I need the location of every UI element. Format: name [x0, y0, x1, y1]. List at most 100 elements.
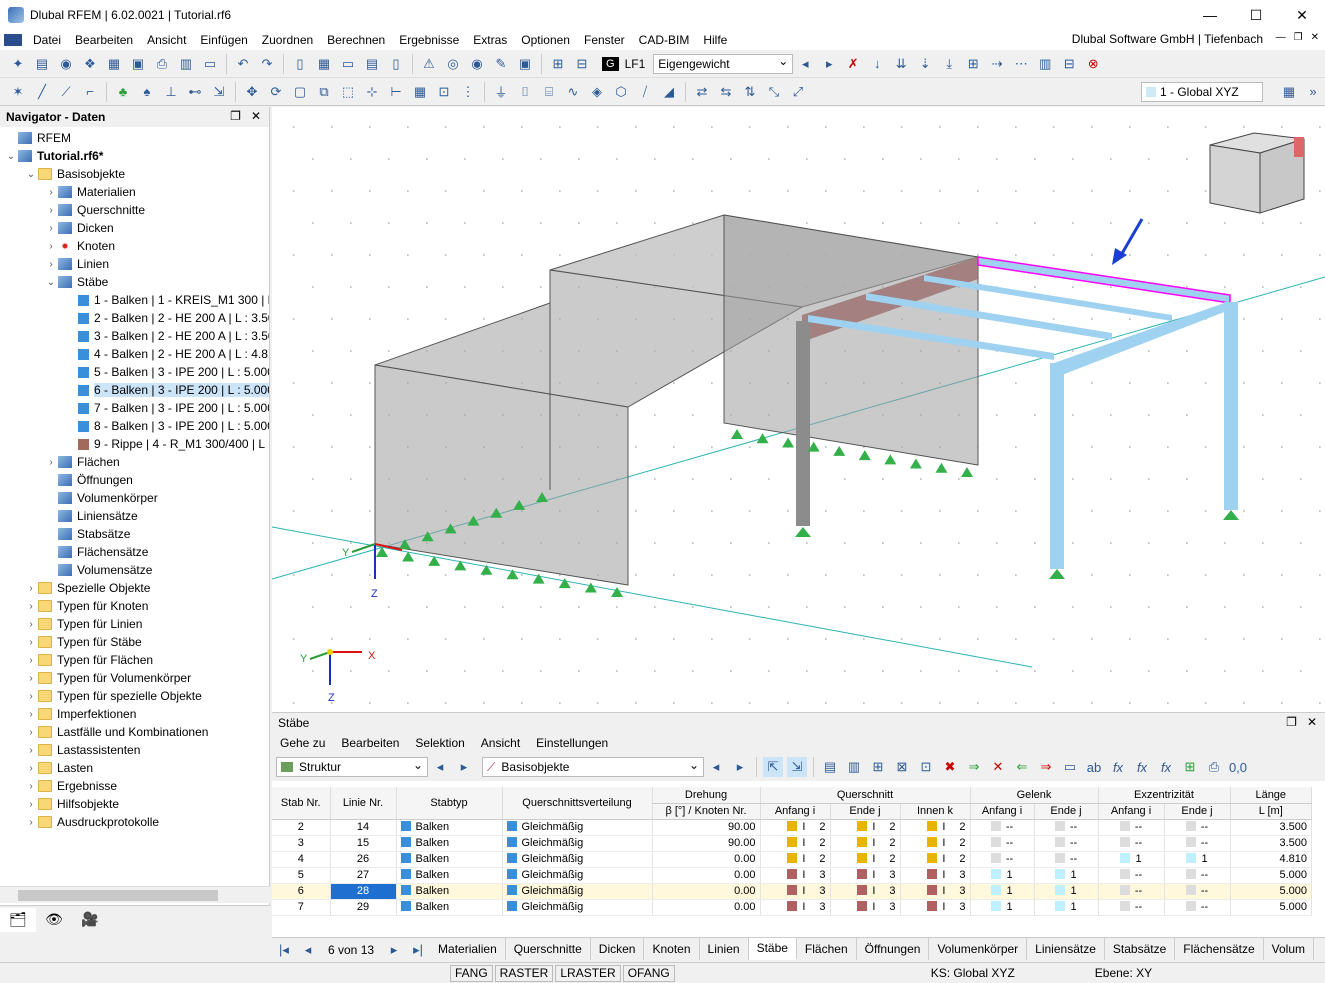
open-icon[interactable]: ▤	[32, 54, 52, 74]
cell-beta[interactable]: 0.00	[652, 867, 761, 884]
cell-len[interactable]: 5.000	[1230, 867, 1312, 884]
table-toggle-icon[interactable]: ▦	[314, 54, 334, 74]
expand-arrow-icon[interactable]: ›	[24, 781, 38, 792]
select-in-graphic-icon[interactable]: ⇱	[763, 757, 783, 777]
menu-einf-gen[interactable]: Einfügen	[193, 33, 254, 47]
tree-item[interactable]: 5 - Balken | 3 - IPE 200 | L : 5.000 m	[0, 363, 269, 381]
tree-item[interactable]: ⌄ Basisobjekte	[0, 165, 269, 183]
cell-ge[interactable]: 1	[1034, 899, 1099, 916]
col-stab[interactable]: Stab Nr.	[272, 787, 331, 820]
view-y-icon[interactable]: ⇆	[716, 82, 736, 102]
tab-linien[interactable]: Linien	[700, 938, 749, 960]
tree-item[interactable]: › Dicken	[0, 219, 269, 237]
mdi-minimize-icon[interactable]: —	[1276, 32, 1286, 43]
cell-ee[interactable]: --	[1164, 867, 1231, 884]
render-icon[interactable]: ◈	[587, 82, 607, 102]
cell-ga[interactable]: --	[970, 819, 1035, 836]
expand-arrow-icon[interactable]: ›	[24, 709, 38, 720]
member-draw-icon[interactable]: ⟋	[56, 82, 76, 102]
table-row[interactable]: 6 28 Balken Gleichmäßig 0.00 I 3 I 3 I 3 1 1 -- -- 5.00…	[272, 883, 1312, 900]
cell-linie[interactable]: 28	[330, 883, 397, 900]
cell-qe[interactable]: I2	[830, 851, 901, 868]
table-row[interactable]: 5 27 Balken Gleichmäßig 0.00 I 3 I 3 I 3 1 1 -- -- 5.00…	[272, 867, 1312, 884]
cell-linie[interactable]: 14	[330, 819, 397, 836]
cell-vert[interactable]: Gleichmäßig	[502, 883, 653, 900]
view-selector[interactable]: 1 - Global XYZ	[1141, 81, 1263, 102]
tree-item[interactable]: 1 - Balken | 1 - KREIS_M1 300 | L : 3.50…	[0, 291, 269, 309]
solid-icon[interactable]: ⬡	[611, 82, 631, 102]
cell-beta[interactable]: 0.00	[652, 851, 761, 868]
menu-optionen[interactable]: Optionen	[514, 33, 577, 47]
status-fang-button[interactable]: FANG	[450, 964, 493, 982]
tree-item[interactable]: › Imperfektionen	[0, 705, 269, 723]
table-row[interactable]: 4 26 Balken Gleichmäßig 0.00 I 2 I 2 I 2 -- -- 1 1 4.81…	[272, 851, 1312, 868]
cell-beta[interactable]: 0.00	[652, 899, 761, 916]
table-menu-item[interactable]: Einstellungen	[528, 736, 616, 750]
tree-item[interactable]: › Hilfsobjekte	[0, 795, 269, 813]
tree-item[interactable]: › Typen für Stäbe	[0, 633, 269, 651]
tree-item[interactable]: › Lasten	[0, 759, 269, 777]
sort-icon[interactable]: ab	[1084, 757, 1104, 777]
generate-load-icon[interactable]: ▥	[1035, 54, 1055, 74]
redo-icon[interactable]: ↷	[257, 54, 277, 74]
new-file-icon[interactable]: ✦	[8, 54, 28, 74]
loadcase-dropdown[interactable]: Eigengewicht	[653, 53, 794, 74]
comment-icon[interactable]: ✎	[491, 54, 511, 74]
expand-arrow-icon[interactable]: ›	[24, 673, 38, 684]
cell-typ[interactable]: Balken	[396, 867, 503, 884]
expand-arrow-icon[interactable]: ›	[24, 637, 38, 648]
expand-arrow-icon[interactable]: ›	[24, 817, 38, 828]
collapse-arrow-icon[interactable]: ⌄	[24, 169, 38, 180]
formula-icon[interactable]: fx	[1108, 757, 1128, 777]
expand-arrow-icon[interactable]: ›	[24, 763, 38, 774]
dropdown1-next-icon[interactable]: ▸	[454, 757, 474, 777]
data-tab-icon[interactable]: 🗂	[0, 907, 36, 932]
deform-icon[interactable]: ∿	[563, 82, 583, 102]
cell-stab[interactable]: 5	[272, 867, 331, 884]
cell-linie[interactable]: 15	[330, 835, 397, 852]
col-qs-innen[interactable]: Innen k	[900, 803, 971, 820]
import-icon[interactable]: ⇒	[964, 757, 984, 777]
table-close-icon[interactable]: ✕	[1307, 715, 1317, 729]
load-table-icon[interactable]: ⊟	[1059, 54, 1079, 74]
text-icon[interactable]: ▣	[515, 54, 535, 74]
line-load-icon[interactable]: ⇣	[915, 54, 935, 74]
cell-ge[interactable]: --	[1034, 819, 1099, 836]
results-icon[interactable]: ◎	[443, 54, 463, 74]
tree-item[interactable]: Flächensätze	[0, 543, 269, 561]
cell-len[interactable]: 3.500	[1230, 835, 1312, 852]
decimal-icon[interactable]: 0,0	[1228, 757, 1248, 777]
cell-qe[interactable]: I3	[830, 867, 901, 884]
cell-len[interactable]: 5.000	[1230, 899, 1312, 916]
save-icon[interactable]: ▣	[128, 54, 148, 74]
cell-qi[interactable]: I2	[900, 851, 971, 868]
expand-arrow-icon[interactable]: ›	[44, 205, 58, 216]
tree-item[interactable]: 8 - Balken | 3 - IPE 200 | L : 5.000 m	[0, 417, 269, 435]
table-menu-item[interactable]: Selektion	[407, 736, 472, 750]
minimize-button[interactable]: —	[1187, 0, 1233, 30]
cell-vert[interactable]: Gleichmäßig	[502, 819, 653, 836]
delete-row-icon[interactable]: ✖	[940, 757, 960, 777]
tab-querschnitte[interactable]: Querschnitte	[506, 938, 591, 960]
next-page-icon[interactable]: ▸	[384, 940, 404, 960]
cell-qe[interactable]: I2	[830, 819, 901, 836]
node-load-icon[interactable]: ↓	[867, 54, 887, 74]
cell-ga[interactable]: --	[970, 851, 1035, 868]
close-button[interactable]: ✕	[1279, 0, 1325, 30]
loadcase-prev-icon[interactable]: ⊞	[548, 54, 568, 74]
expand-arrow-icon[interactable]: ›	[24, 601, 38, 612]
copy-icon[interactable]: ⊠	[892, 757, 912, 777]
cell-stab[interactable]: 3	[272, 835, 331, 852]
status-raster-button[interactable]: RASTER	[494, 964, 554, 982]
cell-typ[interactable]: Balken	[396, 851, 503, 868]
cell-typ[interactable]: Balken	[396, 835, 503, 852]
calculate-icon[interactable]: ⚠	[419, 54, 439, 74]
line-support-icon[interactable]: ⊥	[161, 82, 181, 102]
first-page-icon[interactable]: |◂	[274, 940, 294, 960]
table-menu-item[interactable]: Gehe zu	[272, 736, 333, 750]
col-linie[interactable]: Linie Nr.	[330, 787, 397, 820]
overflow-icon[interactable]: »	[1303, 82, 1323, 102]
tree-item[interactable]: Liniensätze	[0, 507, 269, 525]
cell-ee[interactable]: --	[1164, 835, 1231, 852]
cell-stab[interactable]: 7	[272, 899, 331, 916]
